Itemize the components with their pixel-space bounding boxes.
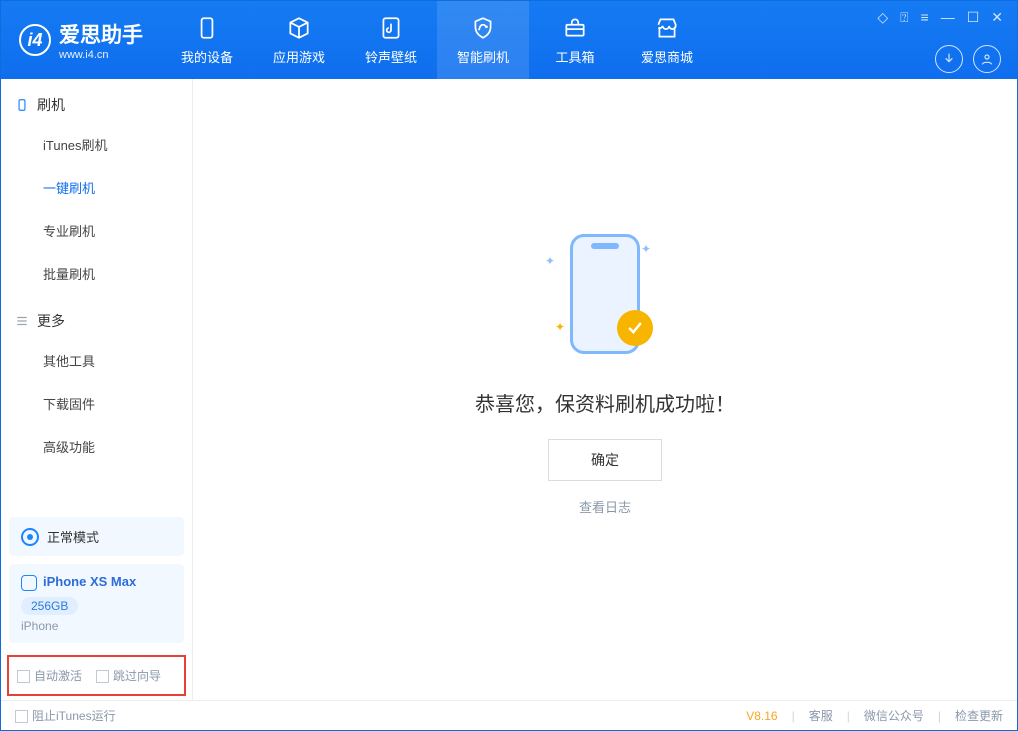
nav-my-device[interactable]: 我的设备 [161,1,253,79]
download-button[interactable] [935,45,963,73]
toolbox-icon [562,15,588,41]
checkbox-skip-guide[interactable]: 跳过向导 [96,667,161,684]
group-title: 更多 [37,311,65,331]
user-button[interactable] [973,45,1001,73]
ok-button[interactable]: 确定 [548,439,662,481]
nav-apps-games[interactable]: 应用游戏 [253,1,345,79]
checkbox-icon [15,710,28,723]
music-file-icon [378,15,404,41]
app-name: 爱思助手 [59,19,143,49]
nav-label: 铃声壁纸 [365,47,417,66]
sparkle-icon: ✦ [555,320,565,334]
success-message: 恭喜您，保资料刷机成功啦！ [475,388,735,417]
mode-label: 正常模式 [47,527,99,546]
nav-label: 我的设备 [181,47,233,66]
check-update-link[interactable]: 检查更新 [955,707,1003,724]
sidebar-group-more: 更多 [1,295,192,339]
nav-label: 智能刷机 [457,47,509,66]
phone-outline-icon [21,575,37,591]
success-illustration: ✦ ✦ ✦ [535,224,675,364]
checkmark-badge-icon [617,310,653,346]
sidebar-item-pro-flash[interactable]: 专业刷机 [1,209,192,252]
sidebar-item-batch-flash[interactable]: 批量刷机 [1,252,192,295]
store-icon [654,15,680,41]
app-site: www.i4.cn [59,49,143,61]
device-capacity: 256GB [21,597,78,615]
phone-icon [15,98,29,112]
mode-icon [21,528,39,546]
checkbox-label: 自动激活 [34,669,82,683]
nav-store[interactable]: 爱思商城 [621,1,713,79]
device-mode[interactable]: 正常模式 [9,517,184,556]
sidebar-item-advanced[interactable]: 高级功能 [1,425,192,468]
nav-ringtones[interactable]: 铃声壁纸 [345,1,437,79]
device-icon [194,15,220,41]
shirt-icon[interactable]: ◇ [877,9,888,26]
sidebar-item-oneclick-flash[interactable]: 一键刷机 [1,166,192,209]
main-content: ✦ ✦ ✦ 恭喜您，保资料刷机成功啦！ 确定 查看日志 [193,79,1017,700]
version-label: V8.16 [746,709,777,723]
lock-icon[interactable]: ⍰ [900,9,908,26]
nav-smart-flash[interactable]: 智能刷机 [437,1,529,79]
nav-toolbox[interactable]: 工具箱 [529,1,621,79]
sidebar-item-other-tools[interactable]: 其他工具 [1,339,192,382]
options-row: 自动激活 跳过向导 [7,655,186,696]
support-link[interactable]: 客服 [809,707,833,724]
view-log-link[interactable]: 查看日志 [579,497,631,516]
device-type: iPhone [21,619,172,633]
menu-icon[interactable]: ≡ [921,9,929,26]
checkbox-icon [17,670,30,683]
top-nav: 我的设备 应用游戏 铃声壁纸 智能刷机 工具箱 爱思商城 [161,1,713,79]
sidebar-item-download-firmware[interactable]: 下载固件 [1,382,192,425]
checkbox-block-itunes[interactable]: 阻止iTunes运行 [15,707,116,724]
window-controls: ◇ ⍰ ≡ — ☐ ✕ [877,1,1017,26]
sparkle-icon: ✦ [641,242,651,256]
checkbox-label: 阻止iTunes运行 [32,709,116,723]
cube-icon [286,15,312,41]
shield-refresh-icon [470,15,496,41]
minimize-button[interactable]: — [941,9,955,26]
device-info[interactable]: iPhone XS Max 256GB iPhone [9,564,184,643]
close-button[interactable]: ✕ [991,9,1003,26]
sidebar: 刷机 iTunes刷机 一键刷机 专业刷机 批量刷机 更多 其他工具 下载固件 … [1,79,193,700]
maximize-button[interactable]: ☐ [967,9,980,26]
nav-label: 工具箱 [555,47,594,66]
sparkle-icon: ✦ [545,254,555,268]
checkbox-label: 跳过向导 [113,669,161,683]
checkbox-icon [96,670,109,683]
app-logo: i4 爱思助手 www.i4.cn [1,19,161,61]
nav-label: 应用游戏 [273,47,325,66]
titlebar: i4 爱思助手 www.i4.cn 我的设备 应用游戏 铃声壁纸 智能刷机 [1,1,1017,79]
list-icon [15,314,29,328]
checkbox-auto-activate[interactable]: 自动激活 [17,667,82,684]
nav-label: 爱思商城 [641,47,693,66]
wechat-link[interactable]: 微信公众号 [864,707,924,724]
group-title: 刷机 [37,95,65,115]
sidebar-group-flash: 刷机 [1,79,192,123]
statusbar: 阻止iTunes运行 V8.16 | 客服 | 微信公众号 | 检查更新 [1,700,1017,730]
logo-icon: i4 [19,24,51,56]
sidebar-item-itunes-flash[interactable]: iTunes刷机 [1,123,192,166]
device-name: iPhone XS Max [43,574,136,589]
